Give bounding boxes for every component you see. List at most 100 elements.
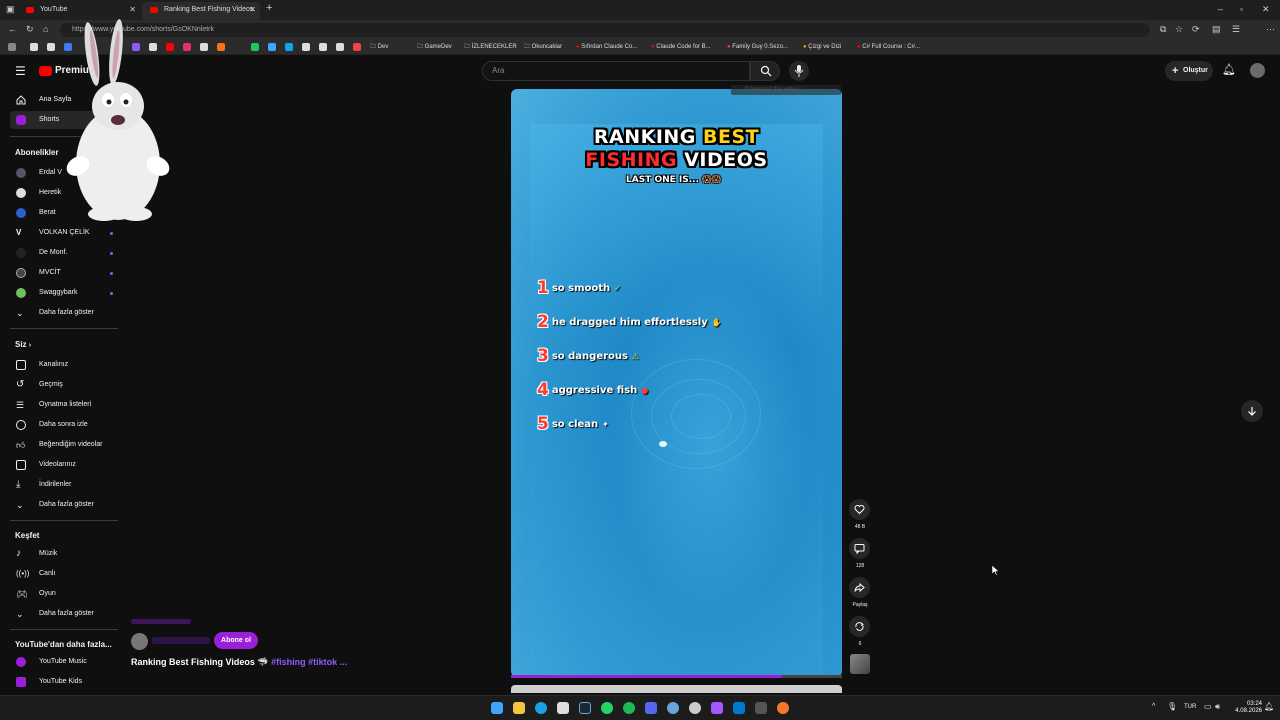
sidebar-item-music[interactable]: ♪ Müzik	[10, 545, 120, 563]
sidebar-sub-swaggybark[interactable]: Swaggybark	[10, 284, 120, 302]
sidebar-item-history[interactable]: ↺ Geçmiş	[10, 376, 120, 394]
sidebar-sub-volkan[interactable]: V VOLKAN ÇELİK	[10, 224, 120, 242]
app-icon[interactable]	[557, 702, 569, 714]
you-heading[interactable]: Siz ›	[15, 340, 31, 349]
home-icon[interactable]: ⌂	[43, 24, 48, 34]
bookmark-icon[interactable]	[268, 43, 276, 51]
share-button[interactable]	[849, 577, 870, 598]
bookmark-icon[interactable]	[251, 43, 259, 51]
sidebar-item-liked-videos[interactable]: 👍︎ Beğendiğim videolar	[10, 436, 120, 454]
linkedin-icon[interactable]	[285, 43, 293, 51]
mic-tray-icon[interactable]: 🎙︎	[1167, 702, 1177, 711]
reload-icon[interactable]: ↻	[26, 24, 34, 35]
sidebar-item-playlists[interactable]: ☰ Oynatma listeleri	[10, 396, 120, 414]
whatsapp-icon[interactable]	[601, 702, 613, 714]
more-menu-icon[interactable]: ⋯	[1266, 24, 1275, 35]
bookmark-folder-okuncaklar[interactable]: 🗀 Okuncaklar	[524, 42, 562, 53]
close-tab-icon[interactable]: ✕	[249, 2, 256, 18]
bookmark-icon[interactable]	[8, 43, 16, 51]
bookmark-icon[interactable]	[353, 43, 361, 51]
back-icon[interactable]: ←	[8, 24, 17, 34]
spotify-icon[interactable]	[623, 702, 635, 714]
extensions-icon[interactable]: ⧉	[1160, 24, 1166, 35]
tray-chevron-up-icon[interactable]: ^	[1152, 703, 1155, 710]
volume-icon[interactable]: 🔊︎	[1215, 702, 1220, 712]
steam-icon[interactable]	[579, 702, 591, 714]
hamburger-menu-icon[interactable]: ☰	[15, 64, 26, 78]
youtube-logo-icon[interactable]	[39, 66, 52, 76]
new-tab-icon[interactable]: +	[266, 2, 272, 14]
bookmark-folder-izlenecekler[interactable]: 🗀 İZLENECEKLER	[464, 42, 517, 53]
next-short-preview[interactable]	[511, 685, 842, 693]
bookmark-folder-gamedev[interactable]: 🗀 GameDev	[417, 42, 452, 53]
start-menu-icon[interactable]	[491, 702, 503, 714]
sidebar-you-show-more[interactable]: ⌄ Daha fazla göster	[10, 496, 120, 514]
minimize-icon[interactable]: –	[1218, 4, 1223, 14]
vscode-icon[interactable]	[733, 702, 745, 714]
discord-icon[interactable]	[645, 702, 657, 714]
bookmark-cizgi-dizi[interactable]: ● Çizgi ve Dizi	[803, 42, 841, 53]
github-icon[interactable]	[200, 43, 208, 51]
bookmark-claude-code[interactable]: ● Claude Code for B...	[651, 42, 711, 53]
sidebar-subs-show-more[interactable]: ⌄ Daha fazla göster	[10, 304, 120, 322]
download-video-overlay[interactable]: Download this video	[731, 85, 841, 95]
bookmark-claude-course[interactable]: ● Sıfırdan Claude Co...	[576, 42, 637, 53]
create-button[interactable]: + Oluştur	[1165, 61, 1213, 81]
bookmark-icon[interactable]	[302, 43, 310, 51]
app-icon[interactable]	[711, 702, 723, 714]
bookmark-icon[interactable]	[336, 43, 344, 51]
bookmark-csharp-course[interactable]: ● C# Full Course : C#...	[857, 42, 920, 53]
sidebar-item-watch-later[interactable]: Daha sonra izle	[10, 416, 120, 434]
gitlab-icon[interactable]	[217, 43, 225, 51]
maximize-icon[interactable]: ▫	[1240, 4, 1243, 14]
url-field[interactable]: https://www.youtube.com/shorts/GsOKNnlet…	[60, 23, 1150, 37]
sidebar-item-gaming[interactable]: 🎮︎ Oyun	[10, 585, 120, 603]
bookmark-icon[interactable]	[30, 43, 38, 51]
next-video-button[interactable]	[1241, 400, 1263, 422]
subscribe-button[interactable]: Abone ol	[214, 632, 258, 649]
sound-thumbnail[interactable]	[850, 654, 870, 674]
sidebar-item-your-videos[interactable]: Videolarınız	[10, 456, 120, 474]
like-button[interactable]	[849, 499, 870, 520]
app-icon[interactable]	[667, 702, 679, 714]
bookmark-family-guy[interactable]: ● Family Guy 0.Sezo...	[727, 42, 788, 53]
sidebar-sub-mvcit[interactable]: MVCİT	[10, 264, 120, 282]
video-title[interactable]: Ranking Best Fishing Videos 🦈 #fishing #…	[131, 657, 347, 668]
avatar[interactable]	[1250, 63, 1265, 78]
unity-icon[interactable]	[755, 702, 767, 714]
browser-menu-icon[interactable]: ▣	[6, 4, 15, 15]
shorts-video-player[interactable]: RANKING BEST FISHING VIDEOS LAST ONE IS.…	[511, 89, 842, 677]
system-clock[interactable]: 03:24 4.08.2026	[1235, 701, 1262, 715]
sidebar-item-downloads[interactable]: ⤓ İndirilenler	[10, 476, 120, 494]
collections-icon[interactable]: ☰	[1232, 24, 1240, 35]
search-input[interactable]: Ara	[482, 61, 750, 81]
channel-avatar[interactable]	[131, 633, 148, 650]
instagram-icon[interactable]	[183, 43, 191, 51]
sidebar-item-youtube-kids[interactable]: YouTube Kids	[10, 673, 120, 691]
sidebar-icon[interactable]: ▤	[1212, 24, 1221, 35]
channel-name[interactable]	[152, 637, 210, 644]
blender-icon[interactable]	[777, 702, 789, 714]
sync-icon[interactable]: ⟳	[1192, 24, 1200, 35]
sidebar-item-your-channel[interactable]: Kanalınız	[10, 356, 120, 374]
sidebar-item-youtube-music[interactable]: YouTube Music	[10, 653, 120, 671]
language-indicator[interactable]: TUR	[1184, 704, 1196, 710]
network-icon[interactable]: ▭	[1204, 702, 1212, 711]
github-desktop-icon[interactable]	[689, 702, 701, 714]
remix-button[interactable]	[849, 616, 870, 637]
bookmark-folder-dev[interactable]: 🗀 Dev	[370, 42, 388, 53]
voice-search-button[interactable]	[789, 61, 809, 81]
bookmark-icon[interactable]	[319, 43, 327, 51]
sidebar-item-live[interactable]: ((•)) Canlı	[10, 565, 120, 583]
close-window-icon[interactable]: ✕	[1262, 4, 1270, 15]
bookmark-star-icon[interactable]: ☆	[1175, 24, 1183, 35]
notifications-bell-icon[interactable]: 🔔︎	[1222, 63, 1236, 76]
comments-button[interactable]	[849, 538, 870, 559]
notification-icon[interactable]: 🔔︎	[1264, 702, 1274, 711]
search-button[interactable]	[750, 61, 780, 81]
sidebar-sub-demonf[interactable]: De Monf.	[10, 244, 120, 262]
file-explorer-icon[interactable]	[513, 702, 525, 714]
video-hashtags[interactable]: #fishing #tiktok ...	[271, 657, 347, 667]
edge-browser-icon[interactable]	[535, 702, 547, 714]
sidebar-explore-show-more[interactable]: ⌄ Daha fazla göster	[10, 605, 120, 623]
